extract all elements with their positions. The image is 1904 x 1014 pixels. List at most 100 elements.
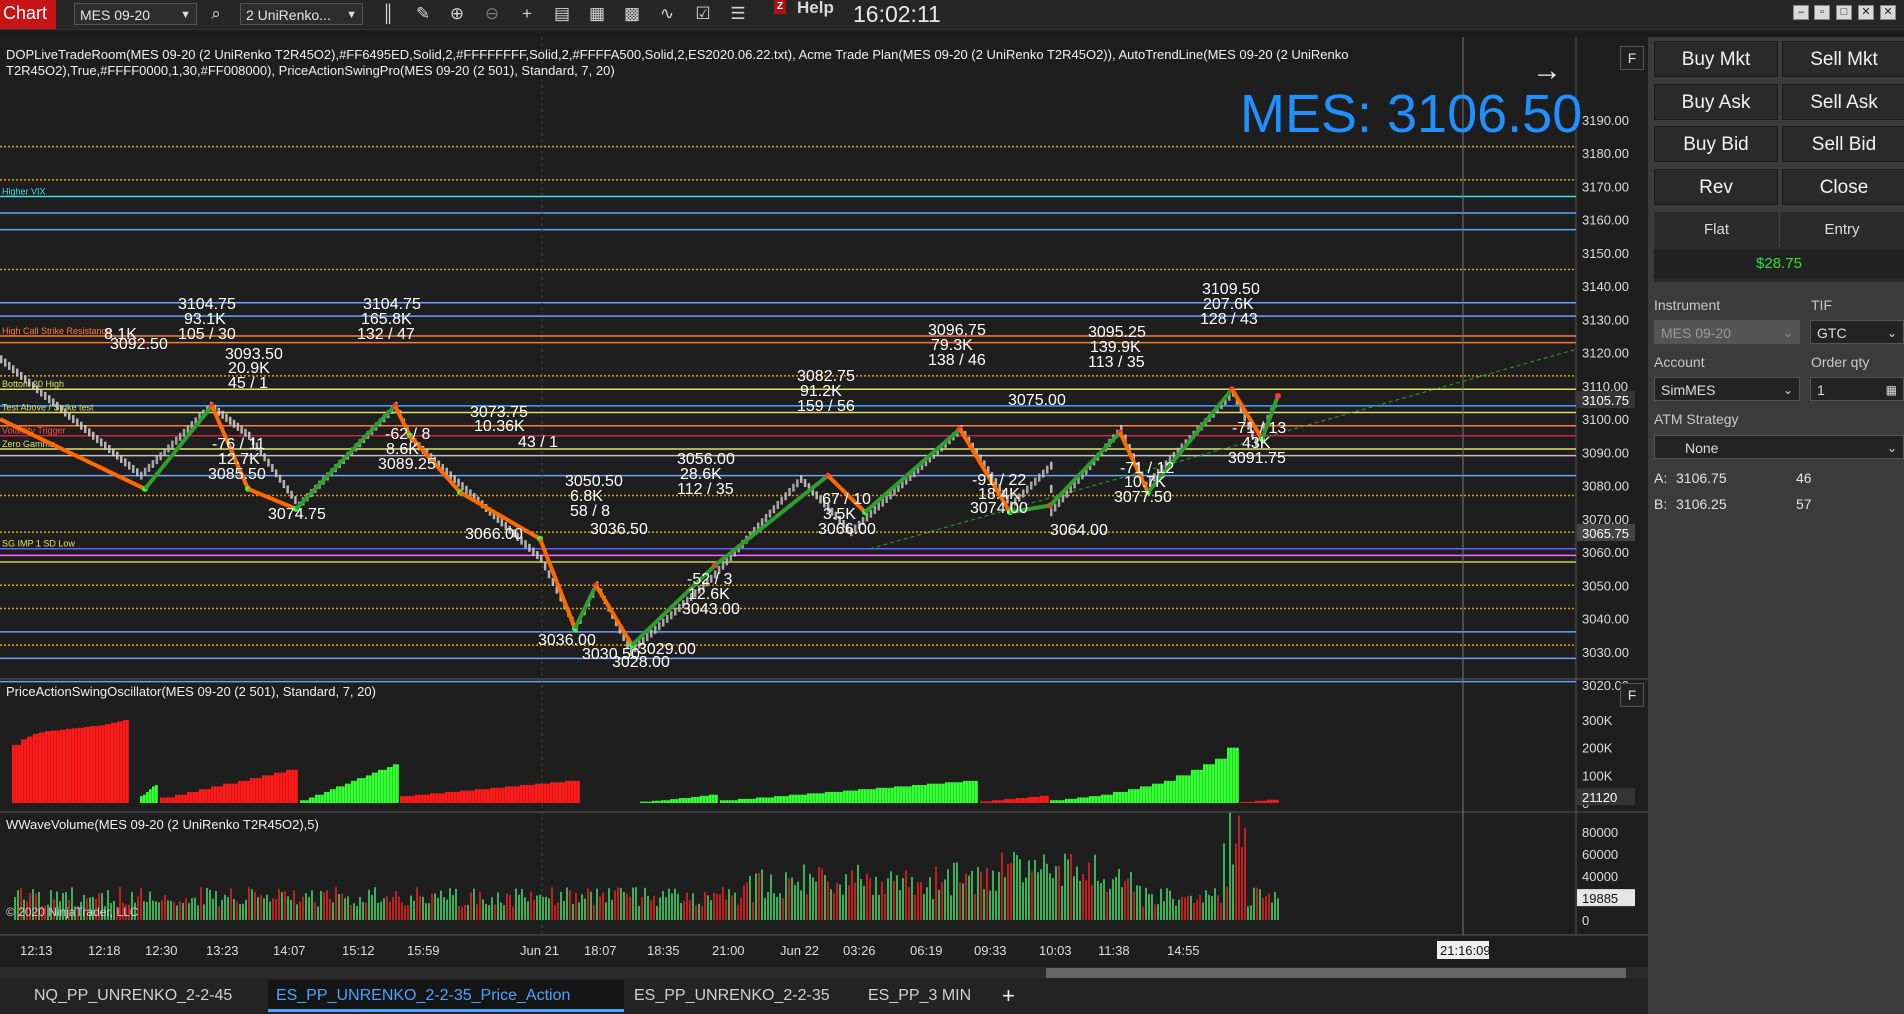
volume-bar <box>764 898 766 920</box>
indicator-icon[interactable]: ▩ <box>621 3 643 25</box>
volume-bar <box>227 897 229 920</box>
template-icon[interactable]: ☑ <box>692 3 714 25</box>
close-window-icon[interactable]: ✕ <box>1880 5 1896 20</box>
volume-bar <box>1181 897 1183 920</box>
volume-bar <box>206 887 208 920</box>
rev-button[interactable]: Rev <box>1654 169 1778 205</box>
oscillator-bar <box>700 795 703 803</box>
help-link[interactable]: Help <box>797 0 834 18</box>
oscillator-bar <box>348 783 351 803</box>
sell-mkt-button[interactable]: Sell Mkt <box>1782 41 1904 77</box>
instrument-selector[interactable]: MES 09-20 ▼ <box>74 3 197 25</box>
tab-es-pp-unrenko[interactable]: ES_PP_UNRENKO_2-2-35 <box>626 980 858 1012</box>
oscillator-axis-label: 100K <box>1582 768 1613 783</box>
order-qty-input[interactable]: 1 ▦ <box>1810 377 1904 401</box>
volume-bar <box>740 897 742 920</box>
renko-bar <box>136 468 139 477</box>
volume-bar <box>1136 885 1138 920</box>
oscillator-bar <box>768 797 771 803</box>
oscillator-bar <box>1221 758 1224 803</box>
oscillator-bar <box>1212 764 1215 803</box>
atm-strategy-select[interactable]: None ⌄ <box>1654 435 1904 459</box>
sell-ask-button[interactable]: Sell Ask <box>1782 84 1904 120</box>
chart-tabs: NQ_PP_UNRENKO_2-2-45 ES_PP_UNRENKO_2-2-3… <box>0 978 1648 1014</box>
zoom-in-icon[interactable]: ⊕ <box>446 3 468 25</box>
tif-select-value: GTC <box>1817 325 1847 341</box>
tab-es-pp-price-action[interactable]: ES_PP_UNRENKO_2-2-35_Price_Action <box>268 980 624 1012</box>
volume-bar <box>305 893 307 920</box>
tab-es-pp-3min[interactable]: ES_PP_3 MIN <box>860 980 988 1012</box>
volume-bar <box>539 894 541 920</box>
oscillator-bar <box>1043 795 1046 803</box>
oscillator-bar <box>123 720 126 803</box>
close-button[interactable]: Close <box>1782 169 1904 205</box>
pencil-icon[interactable]: ✎ <box>412 3 434 25</box>
search-icon[interactable]: ⌕ <box>205 3 227 25</box>
volume-bar <box>203 904 205 920</box>
oscillator-bar <box>1056 800 1059 803</box>
buy-ask-button[interactable]: Buy Ask <box>1654 84 1778 120</box>
volume-bar <box>590 891 592 920</box>
bar-type-selector[interactable]: 2 UniRenko... ▼ <box>240 3 363 25</box>
volume-bar <box>1205 890 1207 920</box>
volume-bar <box>794 885 796 920</box>
chart-panel[interactable]: 3190.00 3180.00 3170.00 3160.00 3150.00 3140.… <box>0 37 1648 1000</box>
chart-tab[interactable]: Chart <box>0 0 56 29</box>
data-box-icon[interactable]: ▦ <box>586 3 608 25</box>
volume-bar <box>1004 877 1006 920</box>
oscillator-bar <box>661 800 664 803</box>
instrument-select[interactable]: MES 09-20 ⌄ <box>1654 320 1800 344</box>
oscillator-bar <box>315 794 318 803</box>
bar-style-icon[interactable]: ║ <box>377 3 399 25</box>
oscillator-bar <box>303 800 306 803</box>
renko-bar <box>147 463 151 472</box>
oscillator-bar <box>511 786 514 803</box>
list-icon[interactable]: ☰ <box>727 3 749 25</box>
restore-icon[interactable]: ▫ <box>1814 5 1830 20</box>
add-tab-button[interactable]: + <box>994 980 1024 1012</box>
buy-bid-button[interactable]: Buy Bid <box>1654 126 1778 162</box>
tif-select[interactable]: GTC ⌄ <box>1810 320 1904 344</box>
time-axis-label: 18:07 <box>584 943 617 958</box>
f-button-oscillator[interactable]: F <box>1620 683 1644 707</box>
volume-bar <box>317 906 319 920</box>
buy-mkt-button[interactable]: Buy Mkt <box>1654 41 1778 77</box>
account-select[interactable]: SimMES ⌄ <box>1654 377 1800 401</box>
f-button[interactable]: F <box>1620 46 1644 70</box>
renko-bar <box>84 425 87 434</box>
price-axis-label: 3170.00 <box>1582 179 1629 194</box>
oscillator-bar <box>33 733 36 803</box>
volume-bar <box>635 887 637 920</box>
oscillator-bar <box>756 797 759 803</box>
volume-bar <box>1094 854 1096 920</box>
minimize-icon[interactable]: – <box>1793 5 1809 20</box>
volume-bar <box>629 896 631 920</box>
oscillator-bar <box>888 787 891 803</box>
volume-bar <box>1043 854 1045 920</box>
volume-bar <box>167 900 169 920</box>
oscillator-bar <box>427 794 430 803</box>
swing-label: 138 / 46 <box>928 352 986 369</box>
oscillator-bar <box>487 789 490 803</box>
sell-bid-button[interactable]: Sell Bid <box>1782 126 1904 162</box>
crosshair-icon[interactable]: + <box>516 3 538 25</box>
oscillator-bar <box>208 789 211 803</box>
volume-bar <box>581 894 583 920</box>
maximize-icon[interactable]: □ <box>1836 5 1852 20</box>
oscillator-bar <box>547 783 550 803</box>
price-chart[interactable]: 3190.00 3180.00 3170.00 3160.00 3150.00 3140.… <box>0 37 1648 1000</box>
strategy-icon[interactable]: ∿ <box>656 3 678 25</box>
properties-icon[interactable]: ▤ <box>551 3 573 25</box>
calculator-icon[interactable]: ▦ <box>1886 378 1897 402</box>
oscillator-bar <box>351 780 354 803</box>
volume-bar <box>362 902 364 920</box>
close-icon[interactable]: ✕ <box>1858 5 1874 20</box>
scrollbar-thumb[interactable] <box>1046 968 1626 978</box>
oscillator-bar <box>312 797 315 803</box>
zoom-out-icon[interactable]: ⊖ <box>481 3 503 25</box>
oscillator-bar <box>915 785 918 803</box>
oscillator-bar <box>508 786 511 803</box>
oscillator-bar <box>810 793 813 803</box>
tab-nq-pp-unrenko[interactable]: NQ_PP_UNRENKO_2-2-45 <box>26 980 262 1012</box>
swing-line <box>594 584 634 647</box>
